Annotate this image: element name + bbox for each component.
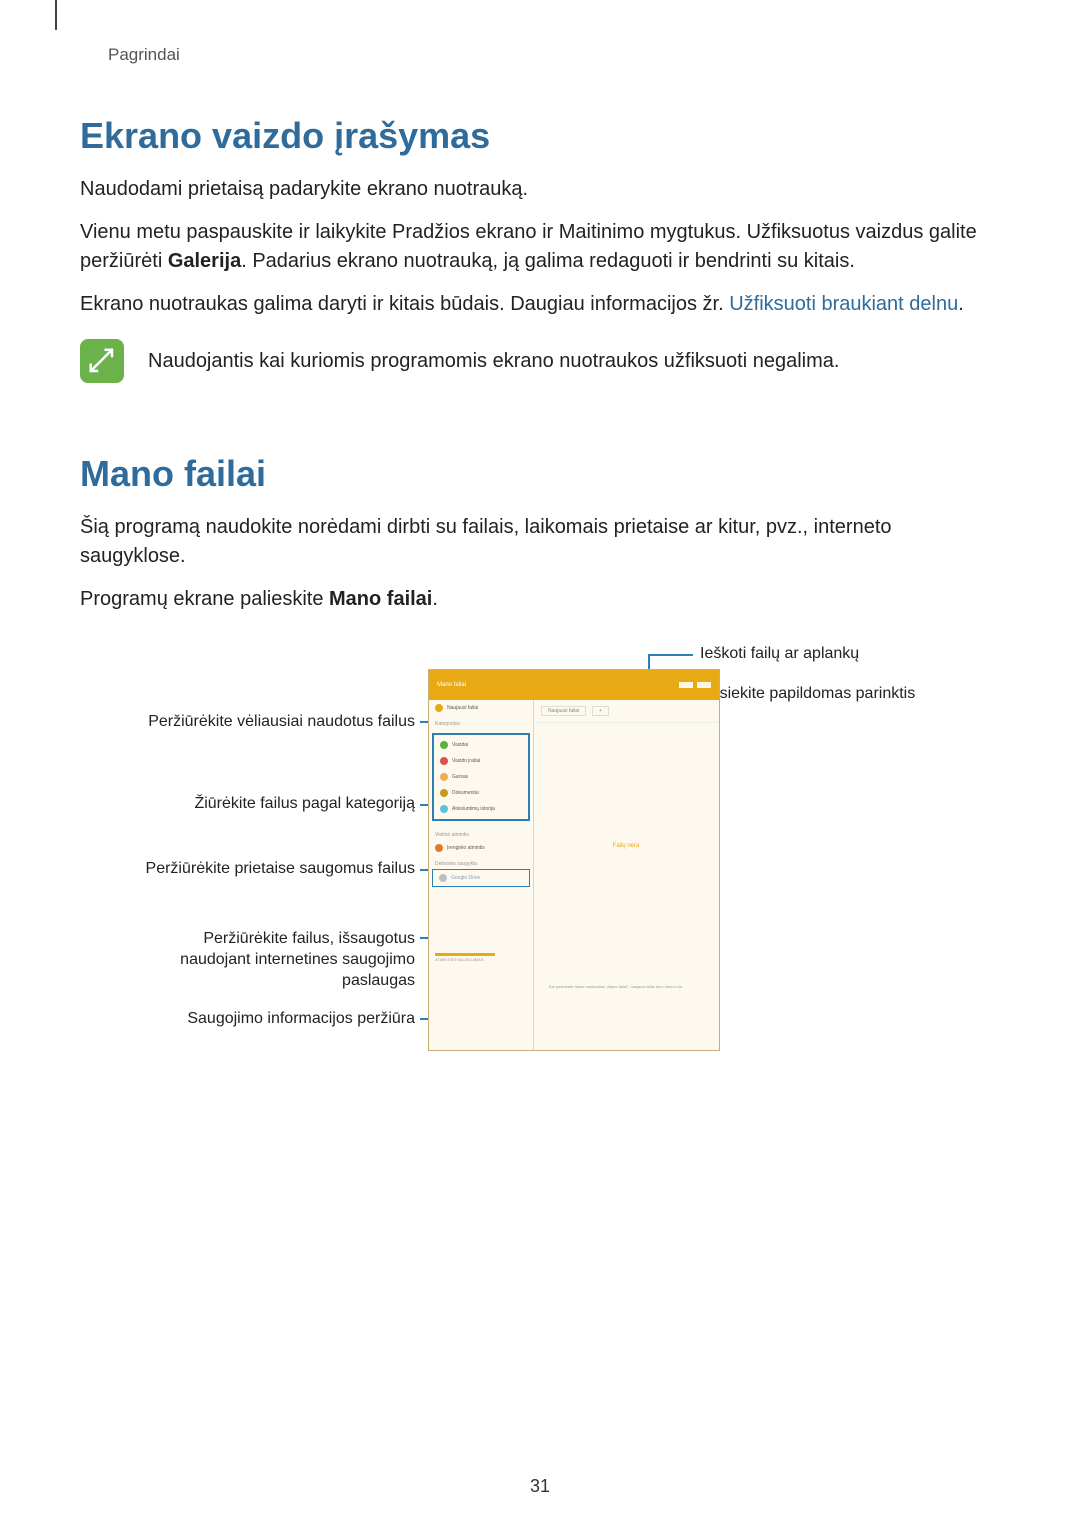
paragraph: Šią programą naudokite norėdami dirbti s… — [80, 513, 1000, 571]
empty-message: Failų nėra — [533, 843, 719, 849]
sidebar-section: Kategorijos — [429, 716, 533, 729]
margin-rule — [55, 0, 57, 30]
section-title-mano-failai: Mano failai — [80, 453, 1000, 495]
callout-search: Ieškoti failų ar aplankų — [700, 644, 859, 665]
text: Programų ekrane palieskite — [80, 588, 329, 610]
text: . — [432, 588, 438, 610]
text-bold-galerija: Galerija — [168, 250, 241, 272]
footer-hint: Kai pasieksite failus naudodami „Mano fa… — [541, 984, 711, 990]
content-pane: Naujausi failai + Failų nėra — [533, 700, 719, 1050]
paragraph: Ekrano nuotraukas galima daryti ir kitai… — [80, 290, 1000, 319]
sidebar-category-box: Vaizdai Vaizdo įrašai Garsas Dokumentai … — [432, 733, 530, 821]
paragraph: Naudodami prietaisą padarykite ekrano nu… — [80, 175, 1000, 204]
sidebar-section: Debesies saugykla — [429, 856, 533, 869]
paragraph: Vienu metu paspauskite ir laikykite Prad… — [80, 218, 1000, 276]
sidebar-device-storage: Įrenginio atmintis — [429, 840, 533, 856]
page-number: 31 — [0, 1476, 1080, 1497]
sidebar-cloud-item: Google Drive — [432, 869, 530, 887]
text-bold-mano-failai: Mano failai — [329, 588, 432, 610]
note-block: Naudojantis kai kuriomis programomis ekr… — [80, 339, 1000, 383]
more-icon — [697, 682, 711, 688]
sidebar-recent: Naujausi failai — [429, 700, 533, 716]
section-title-screen-capture: Ekrano vaizdo įrašymas — [80, 115, 1000, 157]
callout-by-category: Žiūrėkite failus pagal kategoriją — [135, 794, 415, 815]
paragraph: Programų ekrane palieskite Mano failai. — [80, 585, 1000, 614]
app-header: Mano failai — [429, 670, 719, 700]
note-text: Naudojantis kai kuriomis programomis ekr… — [148, 350, 839, 373]
annotated-figure: Ieškoti failų ar aplankų Pasiekite papil… — [80, 644, 1000, 1084]
page-content: Pagrindai Ekrano vaizdo įrašymas Naudoda… — [0, 0, 1080, 1084]
app-screenshot: Mano failai Naujausi failai Kategorijos … — [428, 669, 720, 1051]
note-icon — [80, 339, 124, 383]
callout-more-options: Pasiekite papildomas parinktis — [700, 684, 915, 705]
callout-cloud-storage: Peržiūrėkite failus, išsaugotus naudojan… — [145, 929, 415, 991]
search-icon — [679, 682, 693, 688]
storage-info-text: ATMINTIES NAUDOJIMAS — [429, 956, 533, 963]
callout-storage-info: Saugojimo informacijos peržiūra — [175, 1009, 415, 1030]
tab-add: + — [592, 706, 609, 716]
leader-line — [648, 654, 693, 656]
text: . Padarius ekrano nuotrauką, ją galima r… — [241, 250, 855, 272]
callout-recent-files: Peržiūrėkite vėliausiai naudotus failus — [135, 712, 415, 733]
text: . — [958, 293, 964, 315]
tab-recent: Naujausi failai — [541, 706, 586, 716]
app-title: Mano failai — [437, 682, 466, 688]
breadcrumb: Pagrindai — [108, 45, 1000, 65]
sidebar-section: Vietinė atmintis — [429, 827, 533, 840]
link-uzfiksuoti-braukiant-delnu[interactable]: Užfiksuoti braukiant delnu — [729, 293, 958, 315]
text: Ekrano nuotraukas galima daryti ir kitai… — [80, 293, 729, 315]
callout-device-storage: Peržiūrėkite prietaise saugomus failus — [135, 859, 415, 880]
sidebar: Naujausi failai Kategorijos Vaizdai Vaiz… — [429, 700, 534, 1050]
